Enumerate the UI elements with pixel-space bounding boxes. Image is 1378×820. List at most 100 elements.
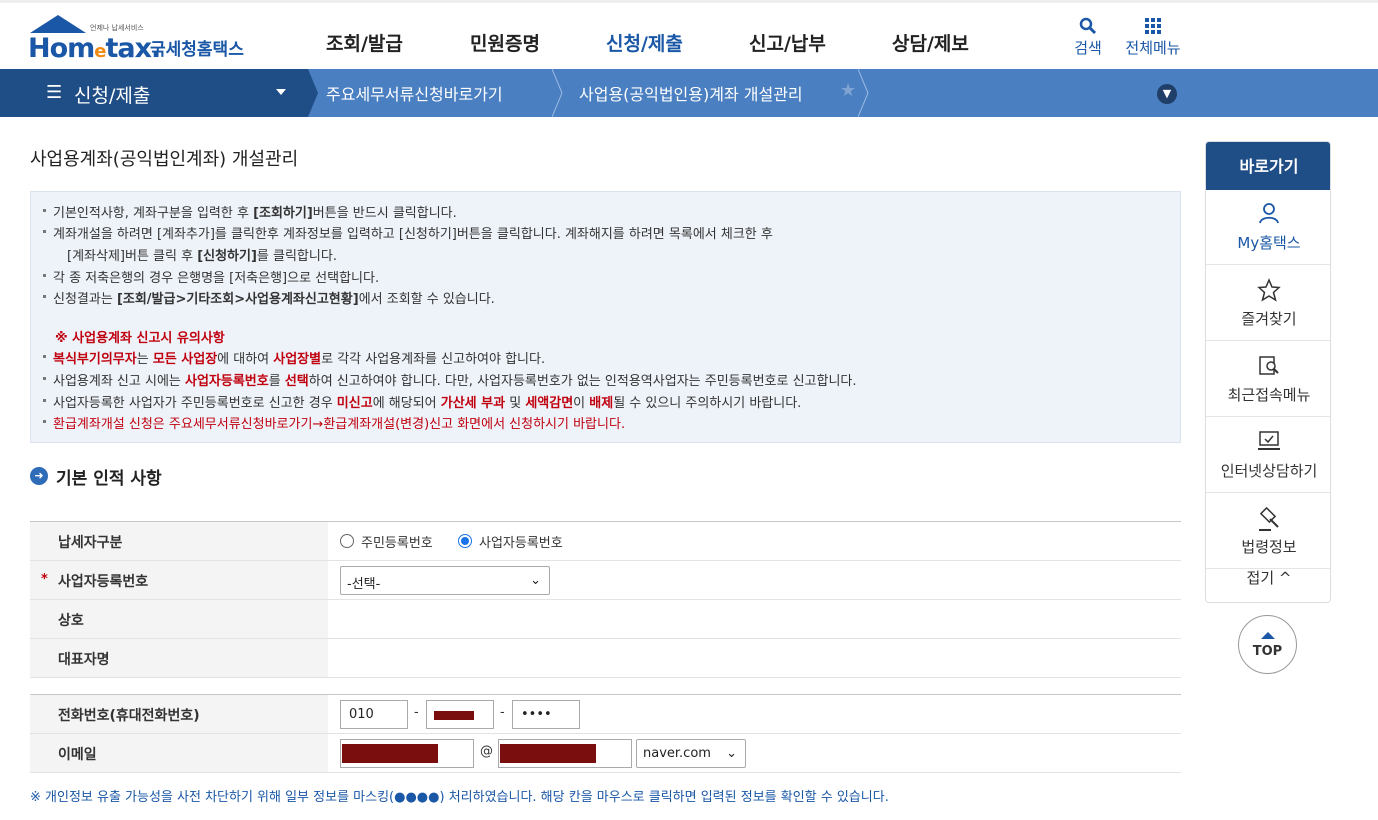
phone-part1-input[interactable]: 010 [340, 700, 408, 729]
radio-business[interactable] [458, 534, 472, 548]
top-label: TOP [1252, 644, 1283, 659]
page-title: 사업용계좌(공익법인계좌) 개설관리 [30, 149, 299, 170]
notice-line: 기본인적사항, 계좌구분을 입력한 후 [조회하기]버튼을 반드시 클릭합니다. [43, 202, 457, 221]
warning-line: 복식부기의무자는 모든 사업장에 대하여 사업장별로 각각 사업용계좌를 신고하… [42, 348, 545, 367]
nav-apply-submit[interactable]: 신청/제출 [606, 29, 683, 56]
crumb-divider [858, 69, 869, 117]
logo-wordmark: Hometax. [28, 33, 161, 64]
hometax-logo[interactable]: 언제나 납세서비스 Hometax. 국세청홈택스 [28, 13, 258, 64]
required-mark: * [41, 572, 48, 587]
email-id-input[interactable] [340, 739, 474, 768]
notice-line: [계좌삭제]버튼 클릭 후 [신청하기]를 클릭합니다. [67, 249, 337, 264]
search-label: 검색 [1074, 39, 1102, 57]
logo-tagline: 언제나 납세서비스 [90, 24, 144, 32]
logo-roof-icon [30, 15, 86, 33]
star-outline-icon [1206, 278, 1330, 307]
representative-value [328, 639, 1181, 677]
all-menu-button[interactable]: 전체메뉴 [1122, 17, 1184, 58]
radio-resident[interactable] [340, 534, 354, 548]
quick-links-panel: 바로가기 My홈택스 즐겨찾기 최근접속메뉴 인터넷상담하기 법령정보 접기 ^ [1205, 141, 1331, 603]
breadcrumb-item-2[interactable]: 사업용(공익법인용)계좌 개설관리 [579, 81, 803, 105]
user-icon [1206, 202, 1330, 229]
chevron-down-icon: ⌄ [726, 746, 737, 761]
quick-label: 인터넷상담하기 [1220, 462, 1318, 480]
search-icon [1070, 17, 1106, 37]
gavel-icon [1206, 506, 1330, 537]
section-title: 기본 인적 사항 [56, 469, 162, 489]
nav-inquiry[interactable]: 조회/발급 [326, 29, 403, 56]
phone-part3-input[interactable]: •••• [512, 700, 580, 729]
phone-part2-input[interactable] [426, 700, 494, 729]
hamburger-icon: ☰ [46, 82, 63, 103]
contact-table: 전화번호(휴대전화번호) 010 - - •••• 이메일 @ naver.co… [30, 694, 1181, 773]
category-dropdown[interactable]: ☰ 신청/제출 [0, 69, 308, 117]
privacy-note: ※ 개인정보 유출 가능성을 사전 차단하기 위해 일부 정보를 마스킹(●●●… [30, 790, 889, 805]
field-label: 상호 [30, 600, 328, 638]
top-header: 언제나 납세서비스 Hometax. 국세청홈택스 조회/발급 민원증명 신청/… [0, 0, 1378, 72]
quick-label: 즐겨찾기 [1241, 310, 1297, 328]
masked-value [500, 744, 596, 763]
field-label: * 사업자등록번호 [30, 561, 328, 599]
notice-box: 기본인적사항, 계좌구분을 입력한 후 [조회하기]버튼을 반드시 클릭합니다.… [30, 191, 1181, 443]
chevron-down-icon: ⌄ [530, 573, 541, 588]
field-label: 납세자구분 [30, 522, 328, 560]
breadcrumb-item-1[interactable]: 주요세무서류신청바로가기 [326, 81, 503, 105]
quick-label: 법령정보 [1241, 538, 1297, 556]
field-label: 대표자명 [30, 639, 328, 677]
warning-line: 사업자등록한 사업자가 주민등록번호로 신고한 경우 미신고에 해당되어 가산세… [42, 392, 801, 411]
notice-line: 신청결과는 [조회/발급>기타조회>사업용계좌신고현황]에서 조회할 수 있습니… [43, 288, 495, 307]
section-arrow-icon: ➜ [30, 467, 48, 485]
quick-law-info[interactable]: 법령정보 [1206, 494, 1330, 569]
all-menu-label: 전체메뉴 [1125, 39, 1181, 57]
nav-consult[interactable]: 상담/제보 [892, 29, 969, 56]
bizno-select[interactable]: -선택- ⌄ [340, 566, 550, 595]
quick-online-consult[interactable]: 인터넷상담하기 [1206, 418, 1330, 493]
email-domain-select[interactable]: naver.com ⌄ [636, 739, 746, 768]
phone-separator: - [500, 705, 505, 720]
table-row: 대표자명 [30, 639, 1181, 678]
email-domain-input[interactable] [498, 739, 632, 768]
quick-links-title: 바로가기 [1206, 142, 1330, 190]
arrow-up-icon [1261, 632, 1275, 639]
quick-favorites[interactable]: 즐겨찾기 [1206, 266, 1330, 341]
radio-business-label[interactable]: 사업자등록번호 [479, 532, 563, 551]
crumb-divider [552, 69, 563, 117]
fold-button[interactable]: 접기 ^ [1206, 567, 1330, 588]
monitor-check-icon [1206, 430, 1330, 457]
quick-label: My홈택스 [1237, 234, 1301, 252]
table-row: 이메일 @ naver.com ⌄ [30, 734, 1181, 773]
search-button[interactable]: 검색 [1070, 17, 1106, 58]
warning-line: 사업용계좌 신고 시에는 사업자등록번호를 선택하여 신고하여야 합니다. 다만… [43, 370, 857, 389]
email-at-sign: @ [480, 744, 493, 759]
notice-line: 계좌개설을 하려면 [계좌추가]를 클릭한후 계좌정보를 입력하고 [신청하기]… [43, 223, 773, 242]
table-row: * 사업자등록번호 -선택- ⌄ [30, 561, 1181, 600]
masked-value [434, 711, 474, 720]
company-value [328, 600, 1181, 638]
nav-report-pay[interactable]: 신고/납부 [749, 29, 826, 56]
expand-chevron-icon[interactable]: ▼ [1157, 84, 1177, 104]
category-title: 신청/제출 [74, 85, 151, 107]
phone-separator: - [414, 705, 419, 720]
logo-korean: 국세청홈택스 [150, 40, 244, 60]
field-label: 전화번호(휴대전화번호) [30, 695, 328, 733]
notice-line: 각 종 저축은행의 경우 은행명을 [저축은행]으로 선택합니다. [42, 267, 379, 286]
field-label: 이메일 [30, 734, 328, 772]
crumb-divider [308, 69, 318, 117]
radio-resident-label[interactable]: 주민등록번호 [361, 532, 433, 551]
quick-label: 최근접속메뉴 [1227, 386, 1311, 404]
quick-recent-menu[interactable]: 최근접속메뉴 [1206, 342, 1330, 417]
warning-line: 환급계좌개설 신청은 주요세무서류신청바로가기→환급계좌개설(변경)신고 화면에… [42, 413, 625, 432]
table-row: 전화번호(휴대전화번호) 010 - - •••• [30, 695, 1181, 734]
basic-info-table: 납세자구분 주민등록번호 사업자등록번호 * 사업자등록번호 -선택- ⌄ 상호 대… [30, 521, 1181, 678]
table-row: 납세자구분 주민등록번호 사업자등록번호 [30, 522, 1181, 561]
grid-menu-icon [1122, 17, 1184, 37]
warning-title: ※ 사업용계좌 신고시 유의사항 [55, 331, 225, 346]
table-row: 상호 [30, 600, 1181, 639]
favorite-star-icon[interactable]: ★ [840, 80, 856, 101]
scroll-top-button[interactable]: TOP [1238, 615, 1297, 674]
recent-search-icon [1206, 354, 1330, 383]
masked-value [342, 744, 438, 763]
caret-down-icon [276, 89, 286, 95]
nav-certificates[interactable]: 민원증명 [470, 29, 540, 56]
quick-my-hometax[interactable]: My홈택스 [1206, 190, 1330, 265]
